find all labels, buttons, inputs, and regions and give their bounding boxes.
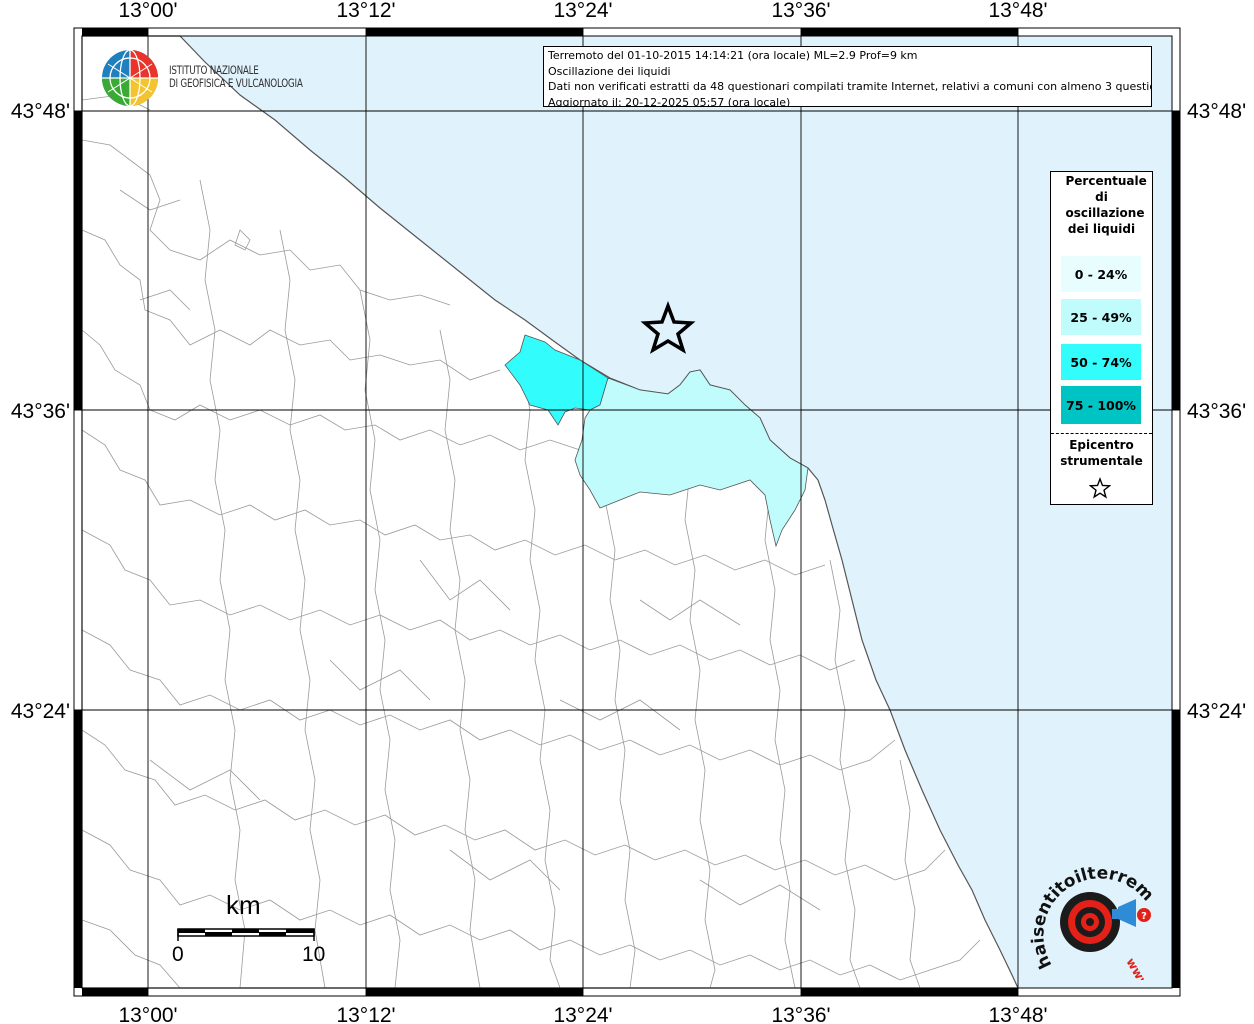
lat-label: 43°48' — [1187, 100, 1246, 123]
lon-label: 13°24' — [553, 0, 612, 22]
haisentito-logo: haisentitoilterremoto.it ? www. — [1022, 850, 1163, 995]
lat-label: 43°36' — [11, 400, 70, 423]
legend-title: Percentuale di oscillazione dei liquidi — [1065, 174, 1147, 236]
lat-label: 43°24' — [1187, 700, 1246, 723]
lat-label: 43°36' — [1187, 400, 1246, 423]
lon-label: 13°00' — [118, 1004, 177, 1024]
longitude-labels-top: 13°00' 13°12' 13°24' 13°36' 13°48' — [118, 0, 1047, 22]
lon-label: 13°48' — [988, 0, 1047, 22]
star-icon — [1089, 477, 1111, 499]
brand-prefix: www. — [1123, 956, 1154, 981]
haisentito-logo-graphic: haisentitoilterremoto.it ? www. — [1022, 850, 1157, 995]
scale-min: 0 — [172, 943, 184, 966]
lon-label: 13°48' — [988, 1004, 1047, 1024]
legend-item-label: 0 - 24% — [1074, 266, 1128, 282]
map-subject: Oscillazione dei liquidi — [548, 64, 671, 78]
legend-item-75-100: 75 - 100% — [1061, 386, 1141, 424]
lon-label: 13°36' — [771, 1004, 830, 1024]
ingv-name: ISTITUTO NAZIONALE DI GEOFISICA E VULCAN… — [169, 64, 303, 90]
legend: Percentuale di oscillazione dei liquidi … — [1050, 171, 1153, 505]
lon-label: 13°12' — [336, 1004, 395, 1024]
event-info-box: Terremoto del 01-10-2015 14:14:21 (ora l… — [543, 46, 1152, 107]
svg-text:?: ? — [1141, 911, 1147, 922]
event-title: Terremoto del 01-10-2015 14:14:21 (ora l… — [548, 49, 918, 62]
lon-label: 13°00' — [118, 0, 177, 22]
lat-label: 43°24' — [11, 700, 70, 723]
legend-item-label: 50 - 74% — [1070, 354, 1132, 370]
update-time: Aggiornato il: 20-12-2025 05:57 (ora loc… — [548, 95, 791, 107]
ingv-name-line2: DI GEOFISICA E VULCANOLOGIA — [169, 76, 303, 90]
lon-label: 13°36' — [771, 0, 830, 22]
legend-item-label: 75 - 100% — [1066, 397, 1136, 413]
data-note: Dati non verificati estratti da 48 quest… — [548, 80, 1152, 93]
lat-label: 43°48' — [11, 100, 70, 123]
scale-unit: km — [226, 890, 261, 920]
longitude-labels-bottom: 13°00' 13°12' 13°24' 13°36' 13°48' — [118, 1004, 1047, 1024]
legend-separator — [1051, 433, 1152, 434]
legend-item-0-24: 0 - 24% — [1061, 256, 1141, 292]
globe-icon — [102, 49, 158, 107]
legend-item-50-74: 50 - 74% — [1061, 344, 1141, 380]
legend-epicenter-label: Epicentro strumentale — [1060, 438, 1143, 468]
lon-label: 13°24' — [553, 1004, 612, 1024]
latitude-labels-right: 43°48' 43°36' 43°24' — [1187, 100, 1246, 723]
ingv-logo — [100, 48, 162, 114]
legend-item-label: 25 - 49% — [1070, 309, 1132, 325]
legend-item-25-49: 25 - 49% — [1061, 299, 1141, 335]
latitude-labels-left: 43°48' 43°36' 43°24' — [11, 100, 70, 723]
scale-max: 10 — [302, 943, 326, 966]
lon-label: 13°12' — [336, 0, 395, 22]
